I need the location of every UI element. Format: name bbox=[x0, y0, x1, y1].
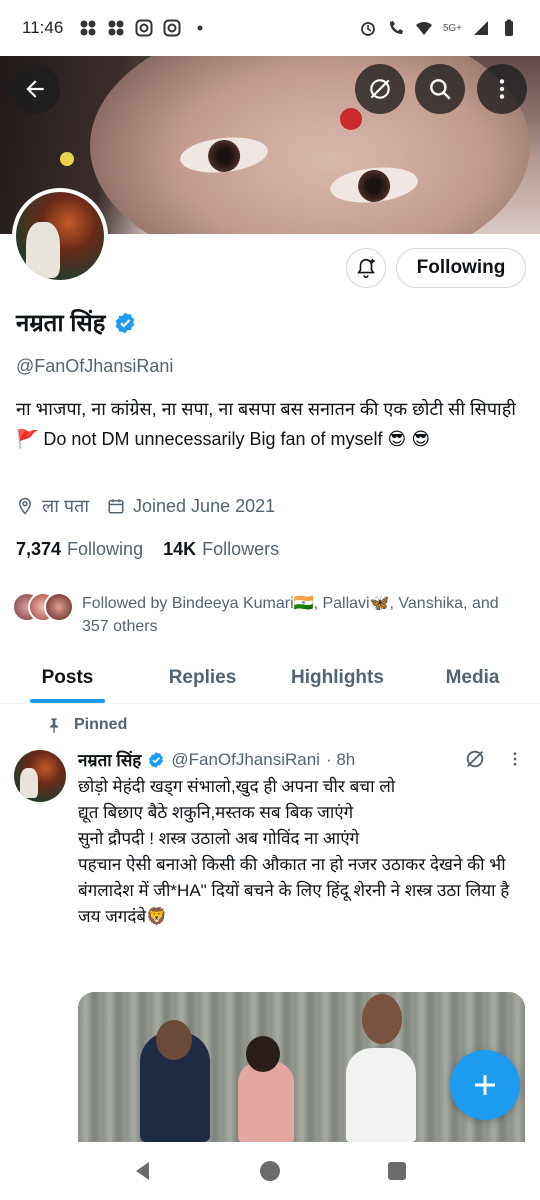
avatar-horse bbox=[26, 222, 60, 278]
status-left-icons bbox=[79, 19, 209, 37]
more-vertical-icon bbox=[513, 752, 517, 766]
profile-bio: ना भाजपा, ना कांग्रेस, ना सपा, ना बसपा ब… bbox=[16, 399, 516, 449]
profile-counts: 7,374 Following 14K Followers bbox=[16, 539, 279, 560]
grok-button[interactable] bbox=[355, 64, 405, 114]
post-text-line: सुनो द्रौपदी ! शस्त्र उठालो अब गोविंद ना… bbox=[78, 829, 360, 848]
followed-by-avatars bbox=[12, 592, 74, 622]
tab-replies[interactable]: Replies bbox=[135, 652, 270, 703]
status-right-icons: 5G+ bbox=[359, 19, 518, 37]
followers-label: Followers bbox=[202, 539, 280, 559]
pin-icon bbox=[50, 718, 58, 733]
profile-location: ला पता bbox=[16, 494, 89, 518]
profile-handle: @FanOfJhansiRani bbox=[16, 356, 174, 376]
media-person bbox=[346, 1048, 416, 1142]
profile-name-row: नम्रता सिंह bbox=[16, 306, 137, 339]
profile-joined: Joined June 2021 bbox=[107, 496, 275, 517]
pinned-label: Pinned bbox=[74, 716, 128, 733]
post-avatar[interactable] bbox=[14, 750, 66, 802]
wifi-call-icon bbox=[389, 21, 403, 34]
notify-button[interactable] bbox=[346, 248, 386, 288]
post-grok-button[interactable] bbox=[464, 748, 486, 775]
avatar bbox=[44, 592, 74, 622]
bell-plus-icon bbox=[357, 258, 375, 278]
banner-earring bbox=[60, 152, 74, 166]
instagram-icon bbox=[163, 19, 181, 37]
avatar-horse bbox=[20, 768, 38, 798]
more-button[interactable] bbox=[477, 64, 527, 114]
media-person bbox=[238, 1062, 294, 1142]
media-person-head bbox=[246, 1036, 280, 1072]
network-label: 5G+ bbox=[442, 22, 462, 34]
tab-posts[interactable]: Posts bbox=[0, 652, 135, 703]
pinned-label-row: Pinned bbox=[46, 716, 127, 734]
post-author-handle[interactable]: @FanOfJhansiRani bbox=[171, 750, 320, 770]
following-count: 7,374 bbox=[16, 539, 62, 559]
followed-by[interactable]: Followed by Bindeeya Kumari🇮🇳, Pallavi🦋,… bbox=[12, 592, 528, 638]
media-person-head bbox=[156, 1020, 192, 1060]
following-button[interactable]: Following bbox=[396, 248, 526, 288]
following-label: Following bbox=[67, 539, 144, 559]
post-author-name[interactable]: नम्रता सिंह bbox=[78, 748, 141, 771]
post-time: · 8h bbox=[325, 749, 356, 769]
media-person-head bbox=[362, 994, 402, 1044]
back-button[interactable] bbox=[10, 64, 60, 114]
post-header: नम्रता सिंह @FanOfJhansiRani · 8h bbox=[78, 748, 355, 771]
post-text-line: बंगलादेश में जी*HA" दियों बचने के लिए हि… bbox=[78, 881, 510, 900]
status-bar: 11:46 5G+ bbox=[0, 0, 540, 56]
more-vertical-icon bbox=[499, 79, 505, 99]
plus-icon bbox=[475, 1075, 495, 1095]
alarm-icon bbox=[360, 22, 375, 36]
location-icon bbox=[18, 497, 32, 515]
post-text-line: जय जगदंबे🦁 bbox=[78, 907, 168, 926]
post-text-line: द्यूत बिछाए बैठे शकुनि,मस्तक सब बिक जाएं… bbox=[78, 803, 354, 822]
profile-meta: ला पता Joined June 2021 bbox=[16, 494, 275, 518]
post-text[interactable]: छोड़ो मेहंदी खड्ग संभालो,खुद ही अपना चीर… bbox=[78, 774, 528, 930]
nav-home-icon[interactable] bbox=[258, 1159, 282, 1183]
compose-button[interactable] bbox=[450, 1050, 520, 1120]
banner-bindi bbox=[340, 108, 362, 130]
wifi-icon bbox=[415, 21, 432, 35]
verified-badge-icon bbox=[149, 751, 164, 768]
location-text: ला पता bbox=[42, 496, 90, 516]
following-count-link[interactable]: 7,374 Following bbox=[16, 539, 143, 560]
followed-by-text: Followed by Bindeeya Kumari🇮🇳, Pallavi🦋,… bbox=[82, 595, 499, 635]
followers-count-link[interactable]: 14K Followers bbox=[163, 539, 279, 560]
signal-icon bbox=[474, 21, 488, 35]
profile-name: नम्रता सिंह bbox=[16, 310, 106, 337]
joined-text: Joined June 2021 bbox=[133, 495, 276, 516]
post-text-line: छोड़ो मेहंदी खड्ग संभालो,खुद ही अपना चीर… bbox=[78, 777, 396, 796]
post-text-line: पहचान ऐसी बनाओ किसी की औकात ना हो नजर उठ… bbox=[78, 855, 506, 874]
search-button[interactable] bbox=[415, 64, 465, 114]
battery-icon bbox=[505, 19, 513, 36]
followers-count: 14K bbox=[163, 539, 197, 559]
tab-highlights[interactable]: Highlights bbox=[270, 652, 405, 703]
instagram-icon bbox=[135, 19, 153, 37]
system-nav-bar bbox=[0, 1142, 540, 1200]
app-icon bbox=[80, 20, 96, 36]
app-icon bbox=[108, 20, 124, 36]
nav-recents-icon[interactable] bbox=[385, 1159, 409, 1183]
grok-icon bbox=[466, 750, 484, 768]
post-more-button[interactable] bbox=[506, 750, 524, 773]
verified-badge-icon[interactable] bbox=[113, 311, 137, 335]
profile-avatar[interactable] bbox=[12, 188, 108, 284]
nav-back-icon[interactable] bbox=[131, 1159, 155, 1183]
profile-tabs: Posts Replies Highlights Media bbox=[0, 652, 540, 704]
status-time: 11:46 bbox=[22, 18, 64, 37]
grok-icon bbox=[370, 79, 390, 99]
dot-icon bbox=[197, 25, 203, 31]
tab-media[interactable]: Media bbox=[405, 652, 540, 703]
arrow-left-icon bbox=[26, 80, 44, 98]
search-icon bbox=[430, 79, 451, 100]
calendar-icon bbox=[108, 499, 124, 514]
